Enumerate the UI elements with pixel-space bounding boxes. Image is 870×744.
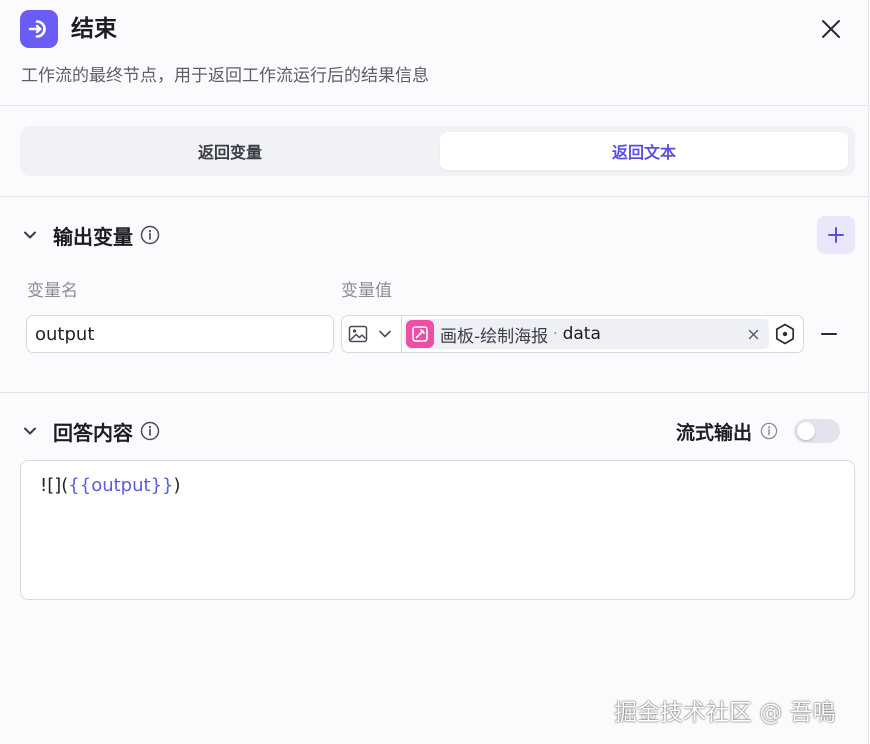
exit-node-icon bbox=[20, 10, 58, 48]
reference-node-name: 画板-绘制海报 bbox=[440, 326, 549, 347]
info-icon[interactable] bbox=[140, 421, 160, 441]
variable-picker-icon[interactable] bbox=[773, 322, 797, 346]
watermark: 掘金技术社区 @ 吾鳴 bbox=[614, 700, 836, 726]
stream-output-control: 流式输出 bbox=[676, 415, 841, 447]
stream-output-toggle[interactable] bbox=[794, 419, 841, 443]
remove-variable-button[interactable] bbox=[817, 322, 841, 346]
tab-return-text[interactable]: 返回文本 bbox=[440, 132, 848, 170]
chevron-down-icon bbox=[20, 225, 40, 245]
end-node-panel: 结束 工作流的最终节点，用于返回工作流运行后的结果信息 返回变量 返回文本 输出… bbox=[0, 0, 869, 744]
answer-content-editor[interactable]: ![]({{output}}) bbox=[20, 460, 855, 600]
answer-variable-token: {{output}} bbox=[68, 475, 174, 496]
output-section-header[interactable]: 输出变量 bbox=[20, 219, 160, 251]
column-label-value: 变量值 bbox=[341, 281, 392, 301]
reference-field-name: data bbox=[562, 324, 601, 344]
chevron-down-icon bbox=[376, 325, 394, 343]
answer-section-header[interactable]: 回答内容 bbox=[20, 415, 160, 447]
output-section-title: 输出变量 bbox=[53, 224, 133, 249]
add-variable-button[interactable] bbox=[817, 216, 855, 254]
node-description: 工作流的最终节点，用于返回工作流运行后的结果信息 bbox=[21, 66, 429, 86]
close-button[interactable] bbox=[816, 14, 846, 44]
return-mode-tabs: 返回变量 返回文本 bbox=[20, 126, 855, 176]
stream-output-label: 流式输出 bbox=[676, 421, 753, 444]
variable-name-input[interactable] bbox=[26, 315, 334, 353]
reference-separator: · bbox=[553, 326, 558, 342]
info-icon[interactable] bbox=[140, 225, 160, 245]
close-icon bbox=[822, 20, 840, 38]
column-label-name: 变量名 bbox=[27, 281, 78, 301]
panel-header: 结束 工作流的最终节点，用于返回工作流运行后的结果信息 bbox=[0, 0, 868, 106]
answer-section-title: 回答内容 bbox=[53, 420, 133, 445]
page-title: 结束 bbox=[71, 16, 117, 42]
variable-value-field: 画板-绘制海报 · data bbox=[341, 315, 804, 353]
plus-icon bbox=[828, 227, 844, 243]
close-icon bbox=[748, 329, 758, 339]
tab-return-variable[interactable]: 返回变量 bbox=[26, 132, 434, 170]
section-divider bbox=[0, 196, 868, 197]
answer-text-suffix: ) bbox=[173, 475, 181, 496]
info-icon[interactable] bbox=[760, 422, 778, 440]
variable-type-select[interactable] bbox=[342, 316, 402, 352]
image-icon bbox=[347, 324, 369, 344]
minus-icon bbox=[821, 333, 837, 335]
clear-reference-button[interactable] bbox=[743, 324, 763, 344]
toggle-knob bbox=[797, 422, 816, 440]
canvas-node-icon bbox=[406, 320, 434, 348]
chevron-down-icon bbox=[20, 421, 40, 441]
variable-reference-tag[interactable]: 画板-绘制海报 · data bbox=[404, 319, 769, 349]
section-divider bbox=[0, 392, 868, 393]
answer-text-prefix: ![]( bbox=[40, 475, 69, 496]
